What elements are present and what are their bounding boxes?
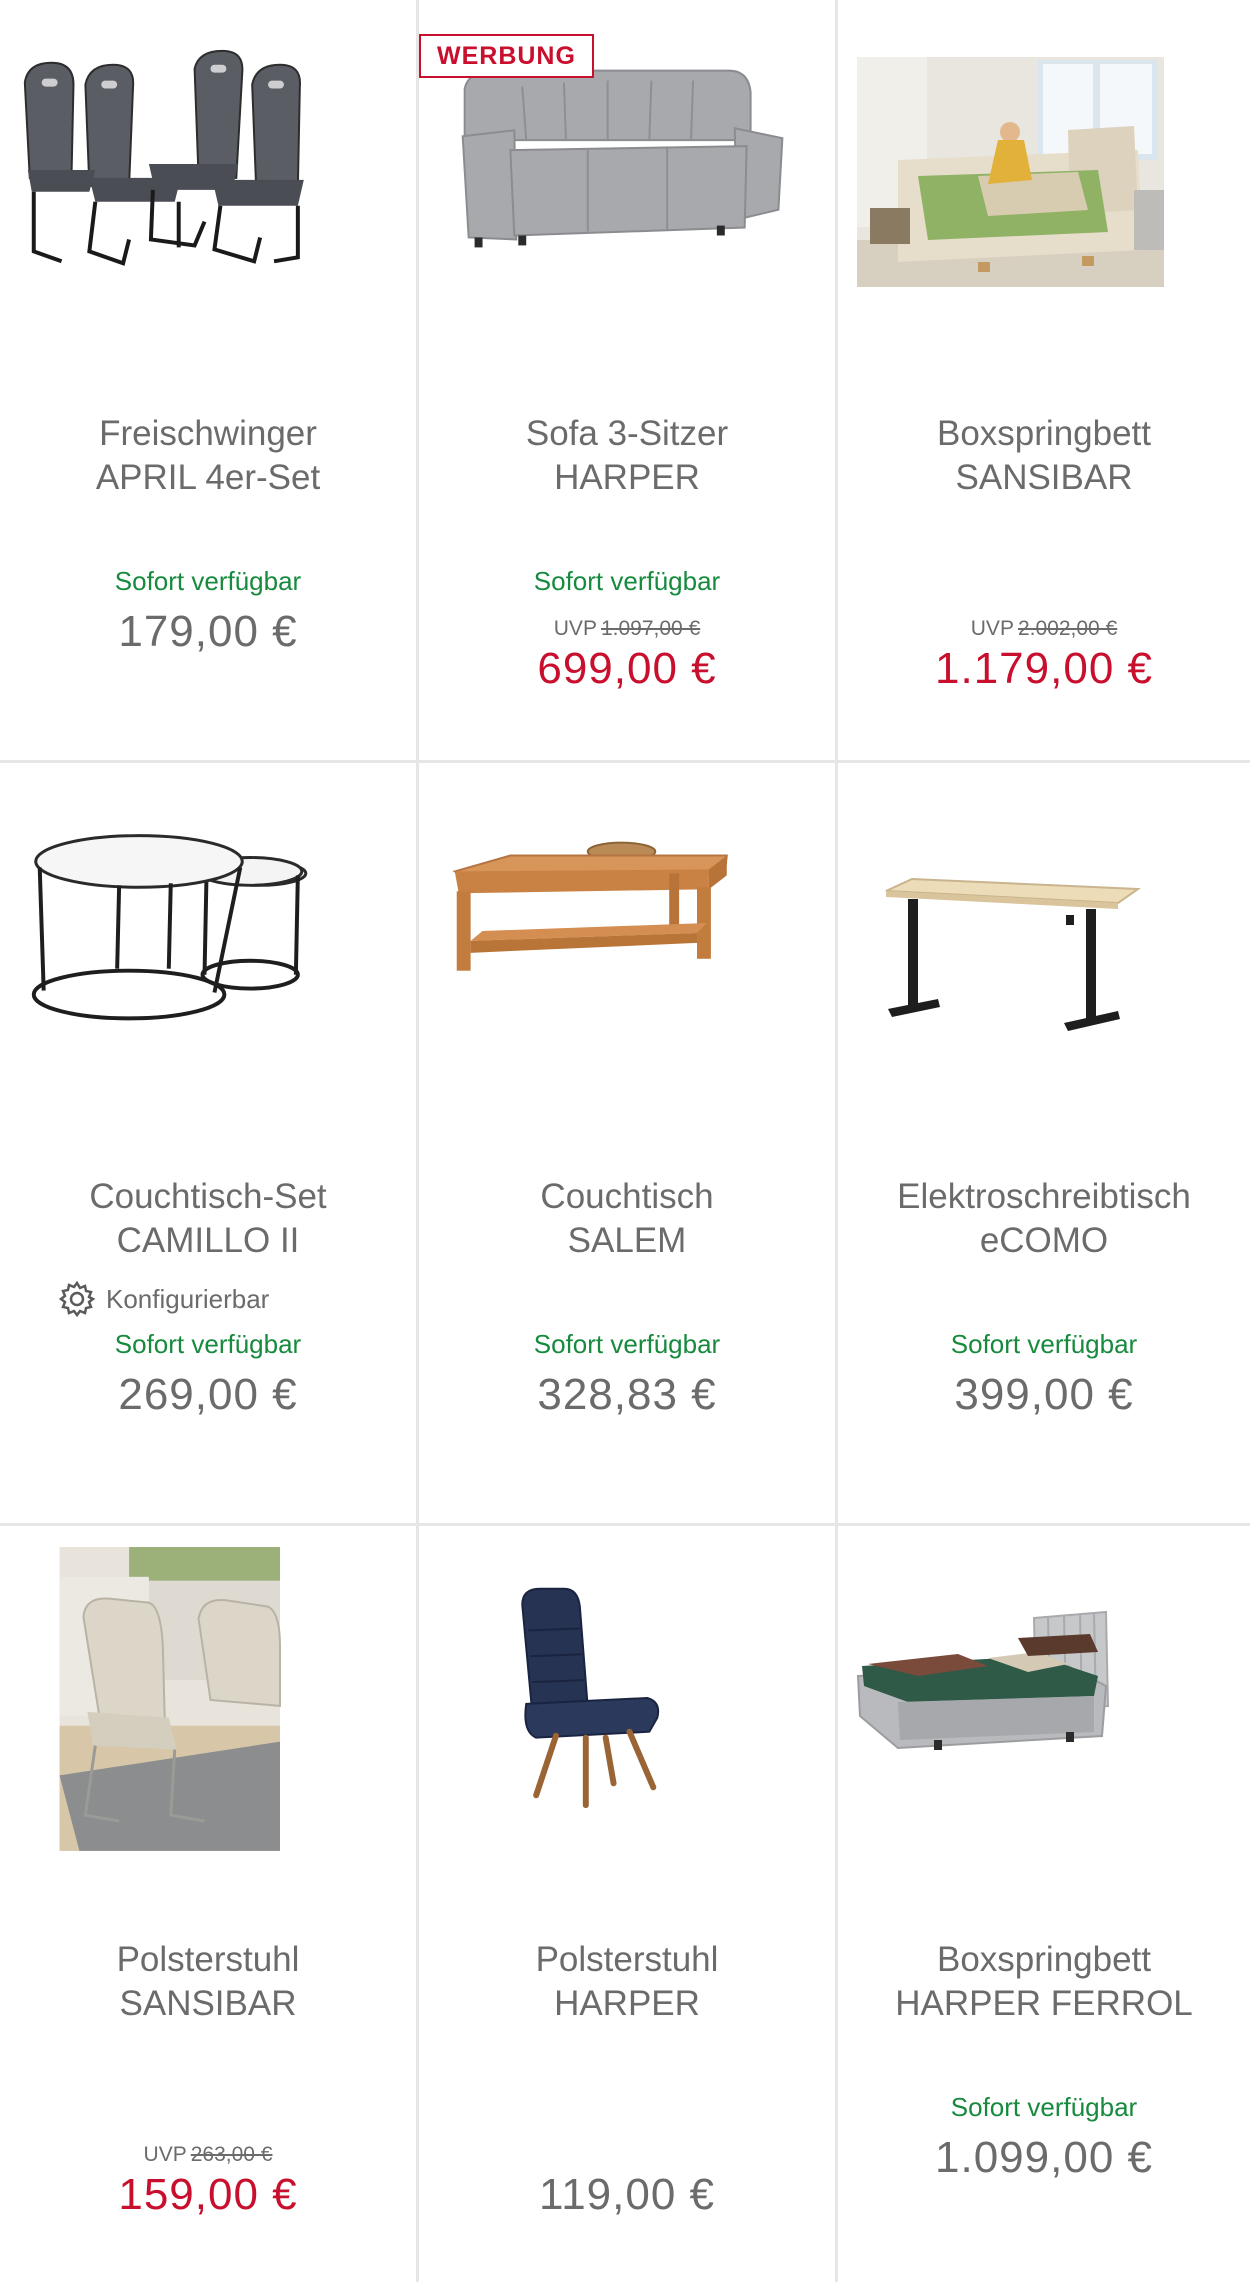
product-image[interactable]	[0, 1526, 416, 1856]
availability-status: Sofort verfügbar	[114, 566, 302, 596]
product-card[interactable]: Polsterstuhl SANSIBAR UVP 263,00 € 159,00…	[0, 1526, 419, 2282]
uvp-old-price: 1.097,00 €	[600, 617, 701, 640]
product-image[interactable]	[838, 763, 1250, 1093]
sale-price: 159,00 €	[118, 2170, 298, 2219]
product-name[interactable]: Couchtisch-Set CAMILLO II	[0, 1175, 416, 1263]
availability-status: Sofort verfügbar	[950, 2092, 1138, 2122]
product-image[interactable]	[838, 0, 1250, 330]
gear-icon	[58, 1280, 96, 1318]
product-price: 1.099,00 €	[935, 2133, 1153, 2182]
product-card[interactable]: Freischwinger APRIL 4er-Set Sofort verfü…	[0, 0, 419, 763]
product-image[interactable]	[419, 1526, 835, 1856]
product-name[interactable]: Polsterstuhl HARPER	[419, 1938, 835, 2026]
standing-desk-icon	[885, 877, 1141, 1031]
product-name[interactable]: Couchtisch SALEM	[419, 1175, 835, 1263]
product-card[interactable]: Couchtisch SALEM Sofort verfügbar 328,83…	[419, 763, 838, 1526]
configurable-label: Konfigurierbar	[106, 1283, 270, 1314]
nesting-tables-icon	[31, 834, 308, 1021]
product-card[interactable]: Boxspringbett SANSIBAR UVP 2.002,00 € 1.1…	[838, 0, 1250, 763]
product-name[interactable]: Boxspringbett HARPER FERROL	[838, 1938, 1250, 2026]
product-name[interactable]: Polsterstuhl SANSIBAR	[0, 1938, 416, 2026]
product-name[interactable]: Elektroschreibtisch eCOMO	[838, 1175, 1250, 1263]
dining-chair-icon	[521, 1587, 660, 1809]
sale-price: 699,00 €	[537, 644, 717, 693]
uvp-label: UVP	[143, 2143, 187, 2166]
product-image[interactable]	[419, 763, 835, 1093]
product-name[interactable]: Sofa 3-Sitzer HARPER	[419, 412, 835, 500]
configurable-option[interactable]: Konfigurierbar	[58, 1280, 269, 1318]
product-price: 399,00 €	[954, 1370, 1134, 1419]
availability-status: Sofort verfügbar	[533, 1329, 721, 1359]
product-card[interactable]: WERBUNG Sofa 3-Sitzer HARPER Sofort verf…	[419, 0, 838, 763]
product-card[interactable]: Elektroschreibtisch eCOMO Sofort verfügb…	[838, 763, 1250, 1526]
product-price: 328,83 €	[537, 1370, 717, 1419]
product-name[interactable]: Freischwinger APRIL 4er-Set	[0, 412, 416, 500]
product-price: 179,00 €	[118, 607, 298, 656]
uvp-old-price: 263,00 €	[190, 2143, 273, 2166]
product-price: 269,00 €	[118, 1370, 298, 1419]
product-name[interactable]: Boxspringbett SANSIBAR	[838, 412, 1250, 500]
boxspring-bed-icon	[856, 1610, 1110, 1750]
ad-badge: WERBUNG	[419, 34, 594, 78]
uvp-label: UVP	[553, 617, 597, 640]
coffee-table-icon	[452, 841, 728, 971]
product-image[interactable]	[0, 0, 416, 330]
product-image[interactable]	[0, 763, 416, 1093]
sale-price: 1.179,00 €	[935, 644, 1153, 693]
availability-status: Sofort verfügbar	[114, 1329, 302, 1359]
availability-status: Sofort verfügbar	[533, 566, 721, 596]
uvp-label: UVP	[970, 617, 1014, 640]
cantilever-chairs-icon	[23, 49, 304, 266]
boxspring-bed-photo	[857, 57, 1164, 287]
product-card[interactable]: Polsterstuhl HARPER 119,00 €	[419, 1526, 838, 2282]
uvp-price: UVP 1.097,00 €	[419, 617, 835, 641]
product-grid: Freischwinger APRIL 4er-Set Sofort verfü…	[0, 0, 1250, 2282]
product-card[interactable]: Couchtisch-Set CAMILLO II Konfigurierbar…	[0, 763, 419, 1526]
uvp-price: UVP 263,00 €	[0, 2143, 416, 2167]
uvp-price: UVP 2.002,00 €	[838, 617, 1250, 641]
availability-status: Sofort verfügbar	[950, 1329, 1138, 1359]
upholstered-chair-photo	[59, 1547, 281, 1851]
product-image[interactable]	[838, 1526, 1250, 1856]
product-price: 119,00 €	[538, 2170, 715, 2219]
uvp-old-price: 2.002,00 €	[1017, 617, 1118, 640]
product-card[interactable]: Boxspringbett HARPER FERROL Sofort verfü…	[838, 1526, 1250, 2282]
